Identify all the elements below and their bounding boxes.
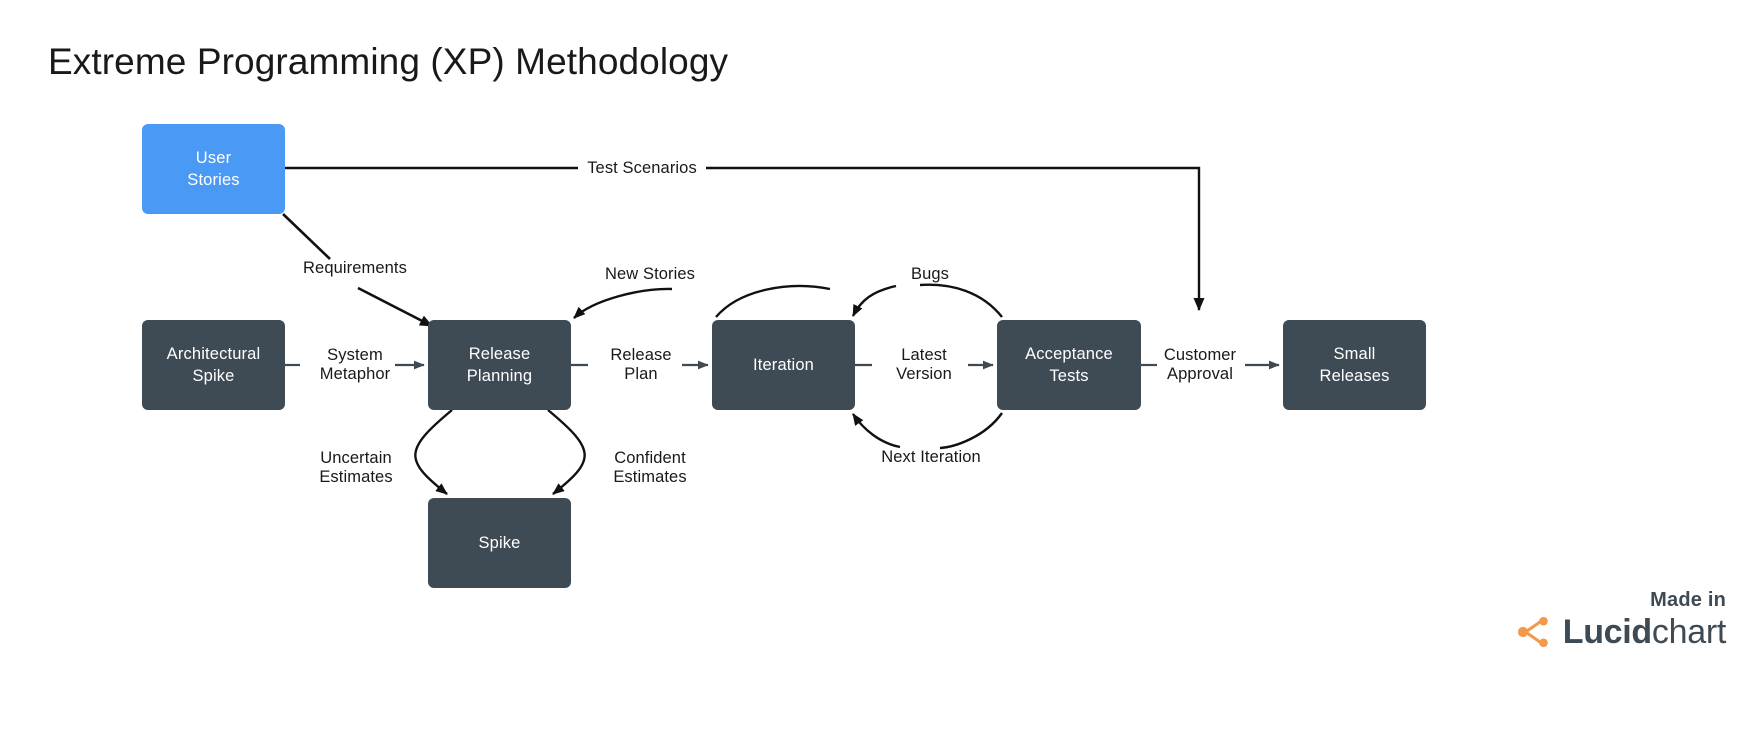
edge-label-latest-version: Latest Version	[896, 346, 952, 383]
node-architectural-spike[interactable]: Architectural Spike	[142, 320, 285, 410]
node-label: Spike	[478, 534, 521, 552]
lucidchart-wordmark: Lucidchart	[1562, 613, 1727, 651]
edge-label-customer-approval: Customer Approval	[1163, 346, 1237, 383]
node-label: Architectural Spike	[166, 345, 261, 385]
node-small-releases[interactable]: Small Releases	[1283, 320, 1426, 410]
node-label: Iteration	[753, 356, 814, 374]
edge-label-new-stories: New Stories	[604, 265, 696, 283]
wordmark-bold: Lucid	[1562, 613, 1652, 651]
edge-new-stories	[573, 284, 831, 319]
edge-label-release-plan: Release Plan	[610, 346, 672, 383]
edge-uncertain-estimates	[414, 409, 453, 495]
node-label: Release Planning	[466, 345, 533, 385]
lucidchart-logo-icon	[1517, 616, 1548, 648]
node-acceptance-tests[interactable]: Acceptance Tests	[997, 320, 1141, 410]
node-label: User Stories	[187, 149, 240, 189]
edge-label-requirements: Requirements	[303, 259, 407, 277]
edge-label-system-metaphor: System Metaphor	[319, 346, 391, 383]
edge-label-bugs: Bugs	[910, 265, 950, 283]
made-in-label: Made in	[1650, 589, 1726, 611]
lucidchart-watermark: Made in Lucidchart	[1426, 589, 1726, 650]
node-label: Small Releases	[1319, 345, 1390, 385]
edge-bugs	[851, 283, 1003, 318]
diagram-canvas: Extreme Programming (XP) Methodology Use…	[0, 0, 1760, 736]
node-release-planning[interactable]: Release Planning	[428, 320, 571, 410]
wordmark-regular: chart	[1651, 613, 1726, 651]
edge-label-next-iteration: Next Iteration	[881, 448, 981, 466]
edge-label-confident-estimates: Confident Estimates	[613, 449, 687, 486]
edge-label-test-scenarios: Test Scenarios	[583, 159, 701, 178]
node-user-stories[interactable]: User Stories	[142, 124, 285, 214]
page-title: Extreme Programming (XP) Methodology	[48, 41, 729, 82]
edge-confident-estimates	[547, 409, 586, 495]
node-iteration[interactable]: Iteration	[712, 320, 855, 410]
edge-label-uncertain-estimates: Uncertain Estimates	[319, 449, 393, 486]
node-label: Acceptance Tests	[1025, 345, 1113, 385]
edge-next-iteration	[852, 412, 1003, 450]
edge-test-scenarios	[285, 166, 1205, 311]
node-spike[interactable]: Spike	[428, 498, 571, 588]
